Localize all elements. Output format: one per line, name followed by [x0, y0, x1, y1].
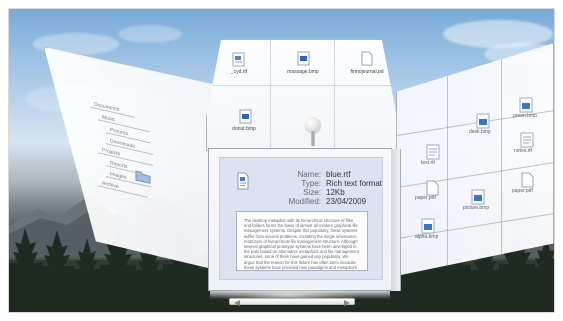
file-label: text.rtf: [421, 160, 435, 166]
text-file-icon[interactable]: [519, 132, 536, 149]
window-resize-bar[interactable]: [229, 298, 355, 306]
text-file-icon[interactable]: [231, 52, 247, 68]
generic-file-icon[interactable]: [519, 172, 536, 189]
screenshot-stage: Documents Music Pictures Downloads Proje…: [0, 0, 563, 321]
folder-tree: Documents Music Pictures Downloads Proje…: [88, 99, 166, 218]
knob-stem: [311, 131, 315, 146]
modified-row: Modified: 23/04/2009: [228, 197, 376, 207]
grid-line: [447, 43, 448, 276]
bmp-file-icon[interactable]: [420, 218, 437, 235]
bmp-file-icon[interactable]: [475, 113, 492, 130]
file-label: massage.bmp: [287, 69, 319, 75]
generic-file-icon[interactable]: [359, 51, 375, 67]
left-arrow-icon[interactable]: [234, 300, 240, 306]
file-label: _cyd.rtf: [230, 69, 248, 75]
modified-value: 23/04/2009: [326, 197, 367, 206]
right-arrow-icon[interactable]: [344, 300, 350, 306]
top-divider: [207, 85, 397, 86]
file-label: notes.rtf: [514, 148, 533, 154]
file-details-panel[interactable]: Name: blue.rtf Type: Rich text format Si…: [208, 148, 392, 291]
file-label: firmojournal.pd: [350, 69, 384, 75]
tree-label[interactable]: Documents: [94, 101, 119, 113]
file-label: paper.pdf: [512, 188, 533, 194]
file-label: green.bmp: [513, 113, 537, 119]
right-file-panel[interactable]: green.bmp desk.bmp paper.pdf picture.bmp…: [396, 43, 554, 276]
bmp-file-icon[interactable]: [296, 51, 312, 67]
3d-file-browser-scene: Documents Music Pictures Downloads Proje…: [8, 8, 555, 313]
text-file-icon[interactable]: [425, 144, 442, 161]
file-label: paper.pdf: [415, 195, 436, 201]
top-divider: [334, 40, 335, 151]
modified-label: Modified:: [288, 197, 321, 206]
bmp-file-icon[interactable]: [518, 97, 535, 114]
file-label: desk.bmp: [469, 129, 491, 135]
document-preview-text: The desktop metaphor with its hierarchic…: [244, 218, 359, 270]
cloud: [118, 25, 182, 43]
file-label: picture.bmp: [463, 205, 490, 211]
document-preview: The desktop metaphor with its hierarchic…: [236, 211, 368, 271]
tree-label[interactable]: Downloads: [110, 138, 135, 150]
panel-side-edge: [391, 149, 401, 291]
view-rotation-knob[interactable]: [301, 117, 325, 147]
file-label: alpha.bmp: [415, 234, 439, 240]
top-divider: [270, 40, 271, 151]
bmp-file-icon[interactable]: [470, 189, 487, 206]
file-preview-area: Name: blue.rtf Type: Rich text format Si…: [219, 157, 383, 280]
folder-icon: [135, 170, 151, 184]
grid-line: [501, 43, 502, 276]
file-label: donut.bmp: [232, 126, 256, 132]
bmp-file-icon[interactable]: [238, 109, 254, 125]
